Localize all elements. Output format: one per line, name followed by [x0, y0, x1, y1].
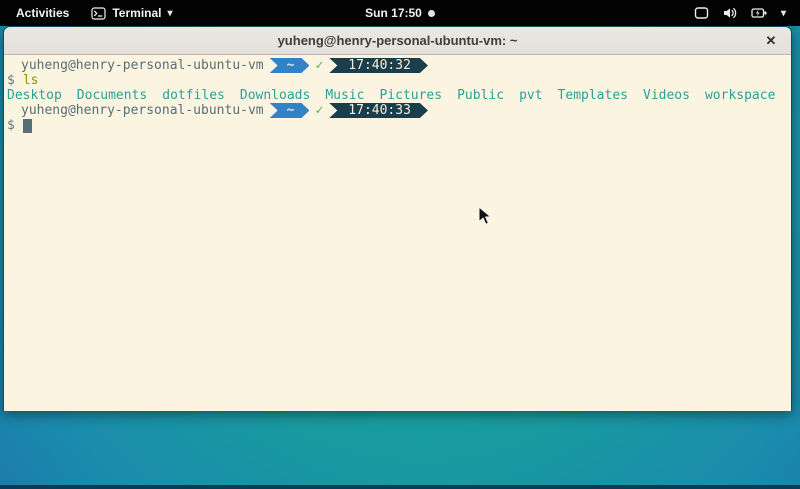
ls-output-line: Desktop Documents dotfiles Downloads Mus…	[4, 88, 791, 103]
terminal-icon	[91, 7, 106, 20]
prompt-line: yuheng@henry-personal-ubuntu-vm ~ ✓ 17:4…	[4, 103, 791, 118]
ls-entry: Videos	[643, 88, 690, 103]
ls-entry: Pictures	[379, 88, 442, 103]
prompt-status-check-icon: ✓	[315, 103, 323, 118]
desktop-bottom-strip	[0, 485, 800, 489]
system-menu-chevron-icon: ▾	[781, 8, 786, 19]
ls-entry: pvt	[519, 88, 542, 103]
volume-icon	[722, 6, 738, 20]
ls-entry: Downloads	[240, 88, 310, 103]
prompt-status-check-icon: ✓	[315, 58, 323, 73]
ls-entry: Documents	[77, 88, 147, 103]
chevron-down-icon: ▾	[167, 8, 172, 19]
prompt-user: yuheng@henry-personal-ubuntu-vm	[21, 58, 264, 73]
ls-entry: dotfiles	[162, 88, 225, 103]
prompt-line: yuheng@henry-personal-ubuntu-vm ~ ✓ 17:4…	[4, 58, 791, 73]
window-titlebar[interactable]: yuheng@henry-personal-ubuntu-vm: ~ ✕	[4, 27, 791, 55]
battery-charging-icon	[751, 6, 768, 20]
ls-entry: Desktop	[7, 88, 62, 103]
terminal-window: yuheng@henry-personal-ubuntu-vm: ~ ✕ yuh…	[3, 26, 792, 411]
ls-entry: workspace	[705, 88, 775, 103]
prompt-dollar: $	[7, 118, 15, 133]
ls-entry: Public	[457, 88, 504, 103]
activities-button[interactable]: Activities	[12, 4, 73, 22]
window-title: yuheng@henry-personal-ubuntu-vm: ~	[278, 33, 518, 48]
screen-icon	[694, 6, 709, 20]
text-cursor-block	[23, 119, 32, 133]
command-text: ls	[23, 73, 39, 88]
app-menu-label: Terminal	[112, 6, 161, 20]
app-menu-terminal[interactable]: Terminal ▾	[91, 6, 172, 20]
top-bar: Activities Terminal ▾ Sun 17:50	[0, 0, 800, 26]
top-bar-left: Activities Terminal ▾	[0, 4, 173, 22]
recording-indicator-icon	[428, 10, 435, 17]
terminal-content[interactable]: yuheng@henry-personal-ubuntu-vm ~ ✓ 17:4…	[4, 55, 791, 411]
ls-entry: Templates	[558, 88, 628, 103]
command-line: $ ls	[4, 73, 791, 88]
clock[interactable]: Sun 17:50	[365, 6, 422, 20]
prompt-path-segment: ~	[270, 103, 310, 118]
prompt-dollar: $	[7, 73, 15, 88]
desktop: { "topbar": { "activities_label": "Activ…	[0, 0, 800, 489]
current-input-line: $	[4, 118, 791, 133]
prompt-path-segment: ~	[270, 58, 310, 73]
prompt-user: yuheng@henry-personal-ubuntu-vm	[21, 103, 264, 118]
prompt-time-segment: 17:40:32	[329, 58, 428, 73]
ls-entry: Music	[325, 88, 364, 103]
close-button[interactable]: ✕	[761, 31, 781, 51]
system-status-area[interactable]: ▾	[694, 6, 800, 20]
prompt-time-segment: 17:40:33	[329, 103, 428, 118]
